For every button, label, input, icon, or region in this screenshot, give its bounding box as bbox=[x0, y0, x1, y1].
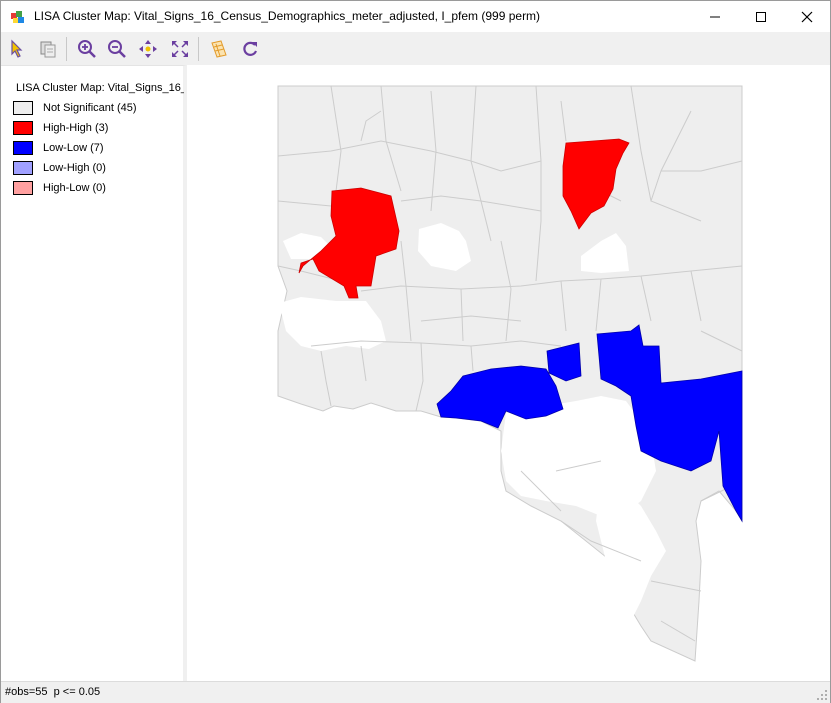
refresh-button[interactable] bbox=[238, 37, 262, 61]
toolbar-separator bbox=[66, 37, 67, 61]
legend-swatch bbox=[13, 141, 33, 155]
legend-label: High-High (3) bbox=[43, 122, 109, 134]
toolbar-separator bbox=[198, 37, 199, 61]
cluster-map[interactable] bbox=[191, 65, 830, 681]
refresh-icon bbox=[243, 41, 258, 56]
legend-panel: LISA Cluster Map: Vital_Signs_16_ Not Si… bbox=[1, 65, 187, 681]
copy-button[interactable] bbox=[36, 37, 60, 61]
legend-item-not-significant[interactable]: Not Significant (45) bbox=[13, 101, 137, 115]
legend-swatch bbox=[13, 101, 33, 115]
select-tool-button[interactable] bbox=[6, 37, 30, 61]
legend-item-low-high[interactable]: Low-High (0) bbox=[13, 161, 106, 175]
legend-title: LISA Cluster Map: Vital_Signs_16_ bbox=[16, 82, 184, 94]
legend-item-high-high[interactable]: High-High (3) bbox=[13, 121, 108, 135]
zoom-out-button[interactable] bbox=[105, 37, 129, 61]
zoom-out-icon bbox=[108, 40, 126, 58]
zoom-in-button[interactable] bbox=[75, 37, 99, 61]
legend-label: High-Low (0) bbox=[43, 182, 106, 194]
minimize-button[interactable] bbox=[692, 1, 738, 32]
fit-icon bbox=[172, 41, 188, 57]
legend-label: Not Significant (45) bbox=[43, 102, 137, 114]
status-text: #obs=55 p <= 0.05 bbox=[5, 686, 101, 698]
copy-icon bbox=[40, 41, 56, 58]
legend-item-low-low[interactable]: Low-Low (7) bbox=[13, 141, 104, 155]
close-button[interactable] bbox=[784, 1, 830, 32]
app-icon bbox=[11, 11, 24, 23]
legend-swatch bbox=[13, 181, 33, 195]
legend-item-high-low[interactable]: High-Low (0) bbox=[13, 181, 106, 195]
layers-button[interactable] bbox=[207, 37, 231, 61]
map-canvas[interactable] bbox=[191, 65, 830, 681]
legend-swatch bbox=[13, 161, 33, 175]
legend-label: Low-Low (7) bbox=[43, 142, 104, 154]
resize-grip-icon[interactable] bbox=[816, 689, 828, 701]
fit-extent-button[interactable] bbox=[168, 37, 192, 61]
window-title: LISA Cluster Map: Vital_Signs_16_Census_… bbox=[34, 9, 541, 23]
pan-icon bbox=[139, 40, 157, 58]
legend-swatch bbox=[13, 121, 33, 135]
pan-button[interactable] bbox=[136, 37, 160, 61]
lisa-cluster-map-window: LISA Cluster Map: Vital_Signs_16_Census_… bbox=[0, 0, 831, 703]
minimize-icon bbox=[710, 16, 720, 17]
maximize-icon bbox=[756, 11, 766, 22]
status-bar: #obs=55 p <= 0.05 bbox=[1, 681, 830, 703]
legend-label: Low-High (0) bbox=[43, 162, 106, 174]
close-icon bbox=[801, 11, 813, 22]
title-bar[interactable]: LISA Cluster Map: Vital_Signs_16_Census_… bbox=[1, 1, 830, 32]
zoom-in-icon bbox=[78, 40, 96, 58]
pointer-icon bbox=[11, 39, 23, 58]
maximize-button[interactable] bbox=[738, 1, 784, 32]
layers-icon bbox=[211, 40, 227, 58]
toolbar bbox=[1, 32, 830, 65]
